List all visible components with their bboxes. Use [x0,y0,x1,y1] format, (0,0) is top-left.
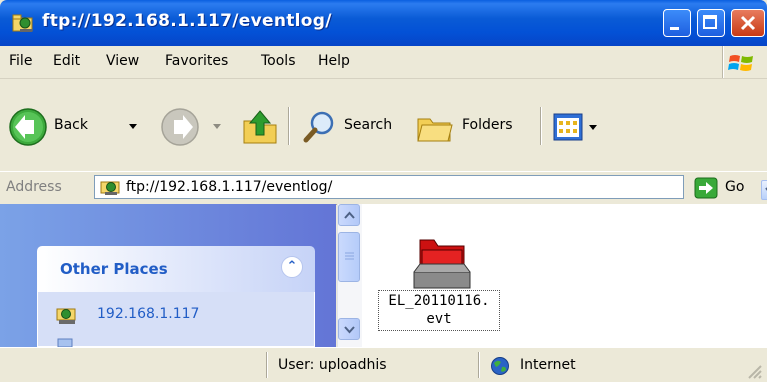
folders-button[interactable]: Folders [414,105,534,149]
menu-tools[interactable]: Tools [261,53,296,69]
file-name: EL_20110116. evt [378,290,500,331]
scroll-thumb[interactable] [338,232,360,282]
address-input[interactable]: ftp://192.168.1.117/eventlog/ [94,175,767,200]
other-places-body: 192.168.1.117 [37,292,315,347]
internet-globe-icon [491,357,509,375]
window-title: ftp://192.168.1.117/eventlog/ [42,11,332,31]
file-list: EL_20110116. evt [362,204,767,347]
menu-help[interactable]: Help [318,53,350,69]
back-button[interactable]: Back [8,105,150,149]
search-label: Search [344,117,393,133]
file-icon [413,239,471,289]
chevron-down-icon[interactable] [128,122,138,130]
chevron-up-icon [344,211,355,219]
collapse-chevron-icon[interactable]: ⌃ [281,256,303,278]
chevron-down-icon[interactable] [212,122,222,130]
other-places-title: Other Places [60,260,168,278]
go-label: Go [725,179,745,195]
scroll-up-button[interactable] [338,204,360,226]
scroll-down-button[interactable] [338,318,360,340]
grip-icon [345,252,354,260]
go-arrow-icon [694,177,718,199]
search-button[interactable]: Search [296,105,408,149]
menu-edit[interactable]: Edit [53,53,80,69]
file-item[interactable]: EL_20110116. evt [362,204,522,334]
folders-label: Folders [462,117,513,133]
maximize-button[interactable] [697,9,725,37]
folders-icon [417,118,453,142]
menu-file[interactable]: File [9,53,32,69]
forward-arrow-icon [161,108,199,146]
network-drive-icon [56,308,76,324]
other-places-header[interactable]: Other Places ⌃ [37,246,315,292]
status-separator [266,352,268,378]
search-icon [303,111,334,143]
file-name-line2: evt [426,311,452,327]
minimize-button[interactable] [663,9,691,37]
ftp-folder-icon [100,181,120,195]
toolbar: Back Search Folders [0,79,767,174]
close-icon [740,15,756,31]
forward-button[interactable] [160,105,228,149]
vertical-scrollbar[interactable] [337,204,362,347]
title-bar[interactable]: ftp://192.168.1.117/eventlog/ [0,0,767,46]
status-zone: Internet [520,357,576,373]
views-icon [553,113,583,141]
toolbar-separator [540,107,542,145]
up-folder-icon[interactable] [240,107,280,147]
back-arrow-icon [9,108,47,146]
address-label: Address [6,179,62,195]
menu-bar: File Edit View Favorites Tools Help [0,46,767,79]
toolbar-separator [288,107,290,145]
chevron-down-icon[interactable] [588,123,598,131]
windows-logo-icon [728,55,753,71]
chevron-down-icon [344,326,355,334]
back-label: Back [54,117,88,133]
ftp-folder-icon [12,14,33,32]
place-link-192-168-1-117[interactable]: 192.168.1.117 [97,306,199,322]
partial-icon [57,338,73,347]
menu-separator [722,46,724,78]
address-bar: Address ftp://192.168.1.117/eventlog/ Go [0,171,767,205]
status-separator [478,352,480,378]
file-name-line1: EL_20110116. [388,293,490,309]
address-value: ftp://192.168.1.117/eventlog/ [126,179,333,195]
status-bar: User: uploadhis Internet [0,347,767,382]
views-button[interactable] [550,109,600,145]
menu-favorites[interactable]: Favorites [165,53,228,69]
go-button[interactable]: Go [692,175,762,201]
close-button[interactable] [731,9,765,37]
resize-grip-icon[interactable] [745,362,763,380]
menu-view[interactable]: View [106,53,139,69]
status-user: User: uploadhis [278,357,387,373]
